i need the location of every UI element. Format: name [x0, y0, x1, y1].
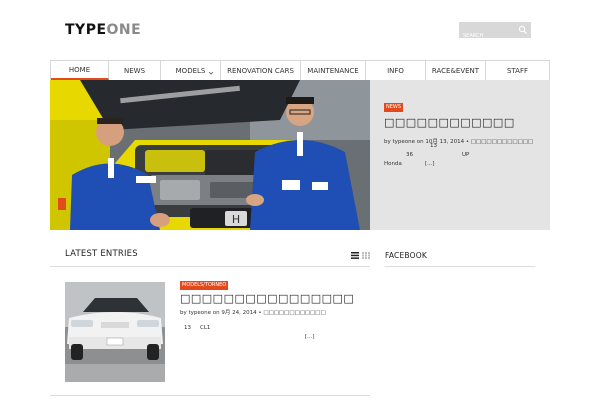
search-icon[interactable]	[518, 25, 528, 35]
entry-excerpt-b: CL1	[200, 325, 211, 331]
nav-item-label: HOME	[68, 65, 91, 74]
nav-item-label: RENOVATION CARS	[227, 66, 294, 75]
main-nav: HOME NEWS MODELS RENOVATION CARS MAINTEN…	[50, 60, 550, 80]
read-more-link[interactable]: [...]	[425, 161, 435, 167]
divider	[50, 266, 370, 267]
nav-item-label: INFO	[387, 66, 404, 75]
nav-item-race-event[interactable]: RACE&EVENT	[426, 61, 486, 80]
entry-excerpt-a: 13	[184, 325, 191, 331]
entry-thumbnail-illustration	[65, 282, 165, 382]
nav-item-home[interactable]: HOME	[51, 61, 109, 80]
divider	[385, 266, 535, 267]
featured-excerpt-line1: 13	[430, 143, 437, 149]
facebook-heading: FACEBOOK	[385, 251, 427, 260]
nav-item-label: RACE&EVENT	[431, 66, 480, 75]
nav-item-maintenance[interactable]: MAINTENANCE	[301, 61, 366, 80]
nav-item-news[interactable]: NEWS	[109, 61, 161, 80]
nav-item-label: STAFF	[506, 66, 529, 75]
nav-item-label: NEWS	[123, 66, 146, 75]
featured-photo-illustration: H	[50, 80, 370, 230]
category-badge[interactable]: NEWS	[384, 103, 404, 112]
divider	[50, 395, 370, 396]
latest-entries-heading: LATEST ENTRIES	[65, 249, 138, 259]
logo-primary: TYPE	[65, 22, 107, 38]
nav-item-label: MAINTENANCE	[307, 66, 359, 75]
entry-thumbnail[interactable]	[65, 282, 165, 382]
nav-item-label: MODELS	[175, 66, 206, 75]
featured-meta: by typeone on 10月 13, 2014 • □□□□□□□□□□□…	[384, 139, 534, 145]
search-input[interactable]	[459, 28, 515, 44]
grid-view-icon[interactable]	[362, 252, 370, 259]
nav-item-staff[interactable]: STAFF	[486, 61, 549, 80]
entry-title[interactable]: □□□□□□□□□□□□□□□□	[180, 292, 354, 305]
svg-text:H: H	[232, 213, 240, 226]
featured-excerpt-line2b: UP	[462, 152, 470, 158]
featured-photo[interactable]: H	[50, 80, 370, 230]
featured-excerpt-line3: Honda	[384, 161, 402, 167]
search-box	[459, 22, 531, 44]
entry-category-badge[interactable]: MODELS/TORNEO	[180, 281, 229, 290]
list-view-icon[interactable]	[351, 252, 359, 259]
featured-slider: H NEWS □□□□□□□□□□□□ by typeone on 10月 13…	[50, 80, 550, 230]
chevron-down-icon	[208, 71, 214, 75]
entry-meta: by typeone on 9月 24, 2014 • □□□□□□□□□□□□	[180, 310, 326, 316]
featured-text: NEWS □□□□□□□□□□□□ by typeone on 10月 13, …	[384, 93, 540, 145]
nav-item-renovation-cars[interactable]: RENOVATION CARS	[221, 61, 301, 80]
read-more-link[interactable]: [...]	[305, 334, 315, 340]
nav-item-info[interactable]: INFO	[366, 61, 426, 80]
logo-secondary: ONE	[106, 22, 142, 38]
site-logo[interactable]: TYPEONE	[65, 22, 141, 38]
featured-title[interactable]: □□□□□□□□□□□□	[384, 116, 540, 129]
nav-item-models[interactable]: MODELS	[161, 61, 221, 80]
featured-excerpt-line2a: 36	[406, 152, 413, 158]
